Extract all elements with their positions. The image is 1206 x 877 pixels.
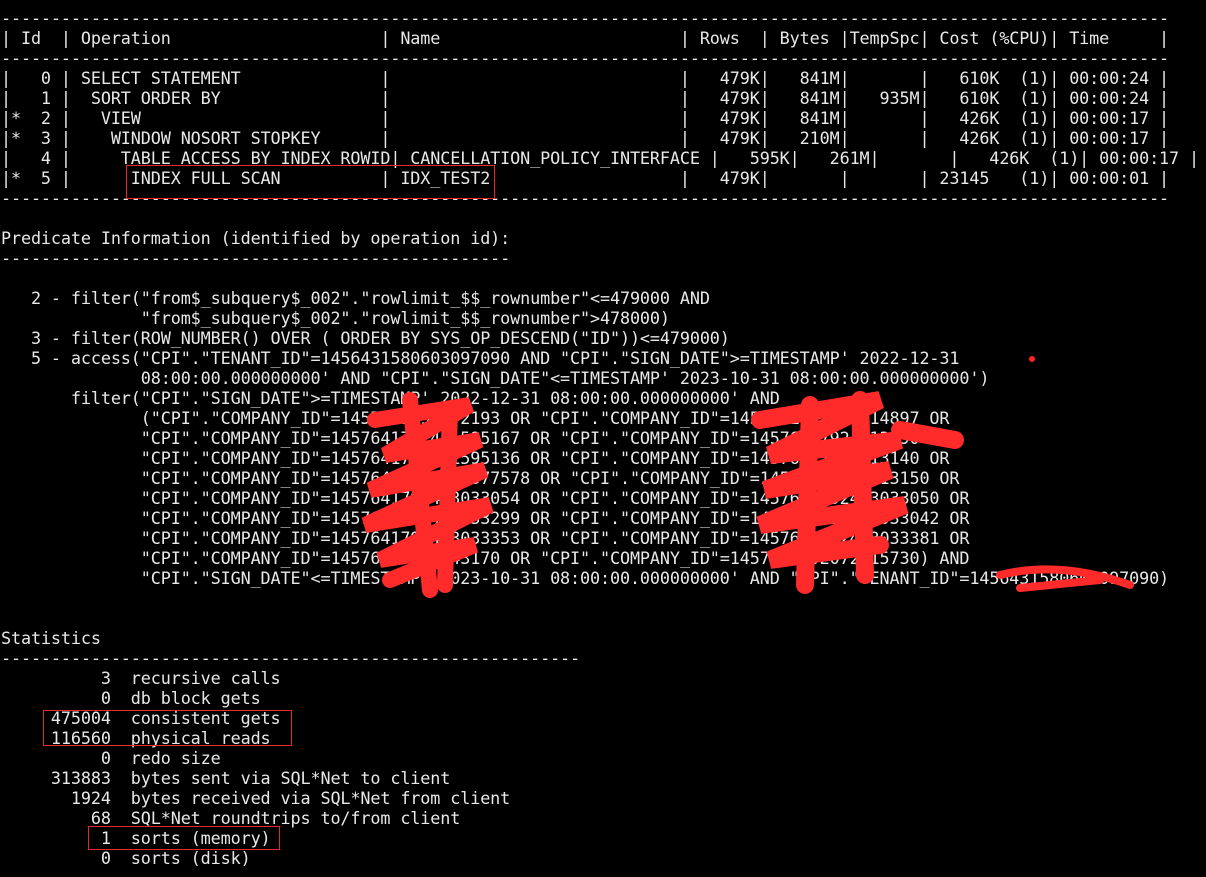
- terminal-line: 2 - filter("from$_subquery$_002"."rowlim…: [1, 288, 710, 308]
- terminal-line: ("CPI"."COMPANY_ID"=1457641792472193 OR …: [1, 408, 950, 428]
- terminal-line: 0 redo size: [1, 748, 221, 768]
- terminal-line: ----------------------------------------…: [1, 48, 1170, 68]
- terminal-line: "CPI"."COMPANY_ID"=1457641792481595136 O…: [1, 448, 950, 468]
- terminal-line: 3 recursive calls: [1, 668, 281, 688]
- terminal-line: | 4 | TABLE ACCESS BY INDEX ROWID| CANCE…: [1, 148, 1199, 168]
- terminal-line: 1924 bytes received via SQL*Net from cli…: [1, 788, 511, 808]
- terminal-line: "CPI"."COMPANY_ID"=1457641792473033054 O…: [1, 488, 970, 508]
- terminal-line: | Id | Operation | Name | Rows | Bytes |…: [1, 28, 1170, 48]
- terminal-line: ----------------------------------------…: [1, 248, 511, 268]
- terminal-line: "CPI"."COMPANY_ID"=1457641792473033299 O…: [1, 508, 970, 528]
- terminal-line: 5 - access("CPI"."TENANT_ID"=14564315806…: [1, 348, 960, 368]
- terminal-line: ----------------------------------------…: [1, 8, 1170, 28]
- terminal-line: ----------------------------------------…: [1, 648, 581, 668]
- terminal-line: filter("CPI"."SIGN_DATE">=TIMESTAMP' 202…: [1, 388, 780, 408]
- terminal-line: Predicate Information (identified by ope…: [1, 228, 511, 248]
- terminal-line: "CPI"."COMPANY_ID"=1457641792473033353 O…: [1, 528, 970, 548]
- terminal-line: |* 2 | VIEW | | 479K| 841M| | 426K (1)| …: [1, 108, 1170, 128]
- terminal-line: "CPI"."COMPANY_ID"=14576417924730377578 …: [1, 468, 960, 488]
- terminal-line: 68 SQL*Net roundtrips to/from client: [1, 808, 461, 828]
- terminal-line: ----------------------------------------…: [1, 188, 1170, 208]
- terminal-line: 116560 physical reads: [1, 728, 271, 748]
- terminal-line: |* 5 | INDEX FULL SCAN | IDX_TEST2 | 479…: [1, 168, 1170, 188]
- terminal-line: 08:00:00.000000000' AND "CPI"."SIGN_DATE…: [1, 368, 990, 388]
- terminal-line: "from$_subquery$_002"."rowlimit_$$_rownu…: [1, 308, 670, 328]
- terminal-line: "CPI"."COMPANY_ID"=1457641792481595167 O…: [1, 428, 950, 448]
- terminal-line: |* 3 | WINDOW NOSORT STOPKEY | | 479K| 2…: [1, 128, 1170, 148]
- terminal-line: 1 sorts (memory): [1, 828, 271, 848]
- terminal-line: 0 sorts (disk): [1, 848, 251, 868]
- terminal-line: 475004 consistent gets: [1, 708, 281, 728]
- terminal-line: "CPI"."SIGN_DATE"<=TIMESTAMP' 2023-10-31…: [1, 568, 1170, 588]
- terminal-line: "CPI"."COMPANY_ID"=14576417920043170 OR …: [1, 548, 970, 568]
- terminal-line: 0 db block gets: [1, 688, 261, 708]
- terminal-line: | 1 | SORT ORDER BY | | 479K| 841M| 935M…: [1, 88, 1170, 108]
- terminal-line: 313883 bytes sent via SQL*Net to client: [1, 768, 451, 788]
- terminal-line: | 0 | SELECT STATEMENT | | 479K| 841M| |…: [1, 68, 1170, 88]
- terminal-window[interactable]: ----------------------------------------…: [0, 0, 1206, 877]
- red-dot-mark: [1029, 356, 1035, 362]
- terminal-line: Statistics: [1, 628, 101, 648]
- terminal-line: 3 - filter(ROW_NUMBER() OVER ( ORDER BY …: [1, 328, 730, 348]
